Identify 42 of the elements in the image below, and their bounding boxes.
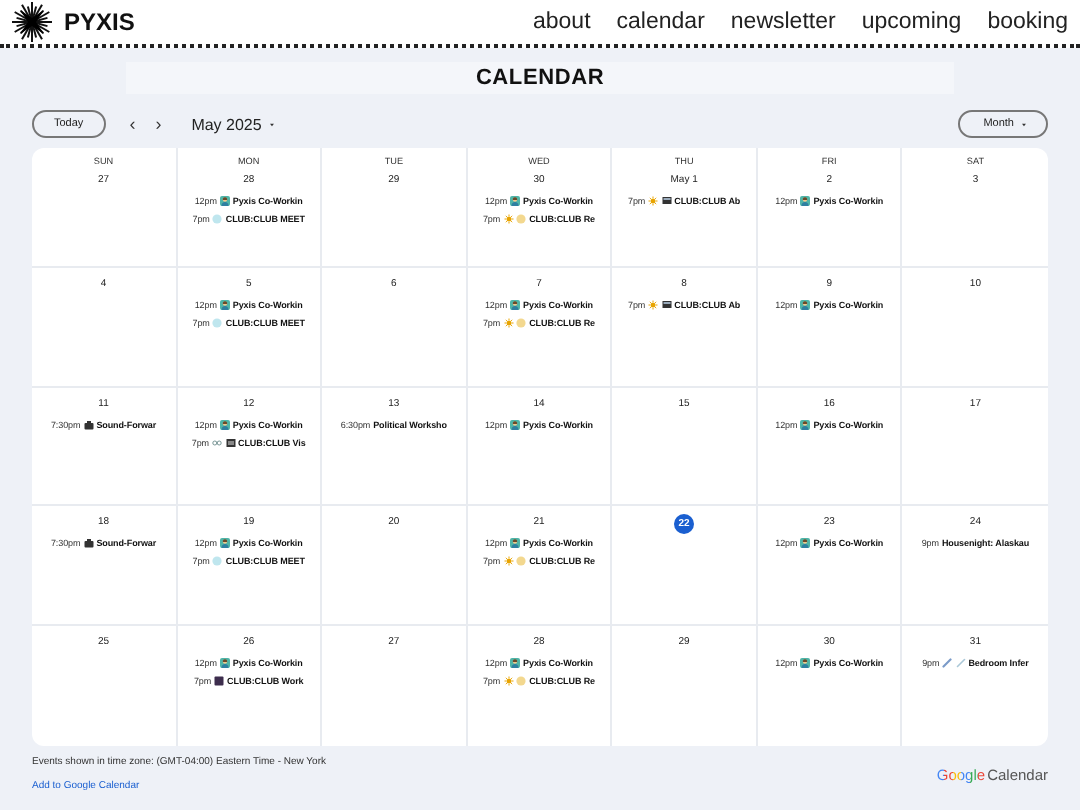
circle-icon xyxy=(516,556,527,567)
nav-link[interactable]: about xyxy=(533,10,591,34)
person-icon xyxy=(800,658,811,669)
previous-button[interactable]: ‹ xyxy=(121,114,144,134)
person-icon xyxy=(510,658,521,669)
caret-icon xyxy=(1022,121,1030,127)
next-button[interactable]: › xyxy=(147,114,170,134)
sun-icon xyxy=(503,214,514,224)
circle-icon xyxy=(516,214,527,224)
starburst-logo-icon xyxy=(12,2,52,42)
person-icon xyxy=(510,299,521,310)
person-icon xyxy=(219,419,230,430)
sun-icon xyxy=(648,299,659,310)
person-icon xyxy=(800,419,811,430)
person-icon xyxy=(800,299,811,310)
person-icon xyxy=(510,538,521,549)
sun-icon xyxy=(503,676,514,687)
camera-icon xyxy=(83,538,94,549)
page-title: CALENDAR xyxy=(126,62,954,94)
person-icon xyxy=(510,196,521,206)
screen-icon xyxy=(661,299,672,310)
person-icon xyxy=(510,419,521,430)
person-icon xyxy=(219,538,230,549)
nav-link[interactable]: calendar xyxy=(616,10,705,34)
month-picker[interactable]: May 2025 xyxy=(191,115,278,133)
person-icon xyxy=(219,658,230,669)
film-icon xyxy=(225,437,236,448)
person-icon xyxy=(219,196,230,206)
circle-icon xyxy=(516,676,527,687)
nav-link[interactable]: newsletter xyxy=(730,10,836,34)
site-name[interactable]: PYXIS xyxy=(64,8,135,36)
nav-link[interactable]: upcoming xyxy=(861,10,962,34)
person-icon xyxy=(219,299,230,310)
circle-icon xyxy=(516,317,527,328)
person-icon xyxy=(800,538,811,549)
screen-icon xyxy=(661,196,672,206)
sun-icon xyxy=(503,556,514,567)
nav-link[interactable]: booking xyxy=(987,10,1068,34)
camera-icon xyxy=(83,419,94,430)
person-icon xyxy=(800,196,811,206)
sun-icon xyxy=(503,317,514,328)
sun-icon xyxy=(648,196,659,206)
